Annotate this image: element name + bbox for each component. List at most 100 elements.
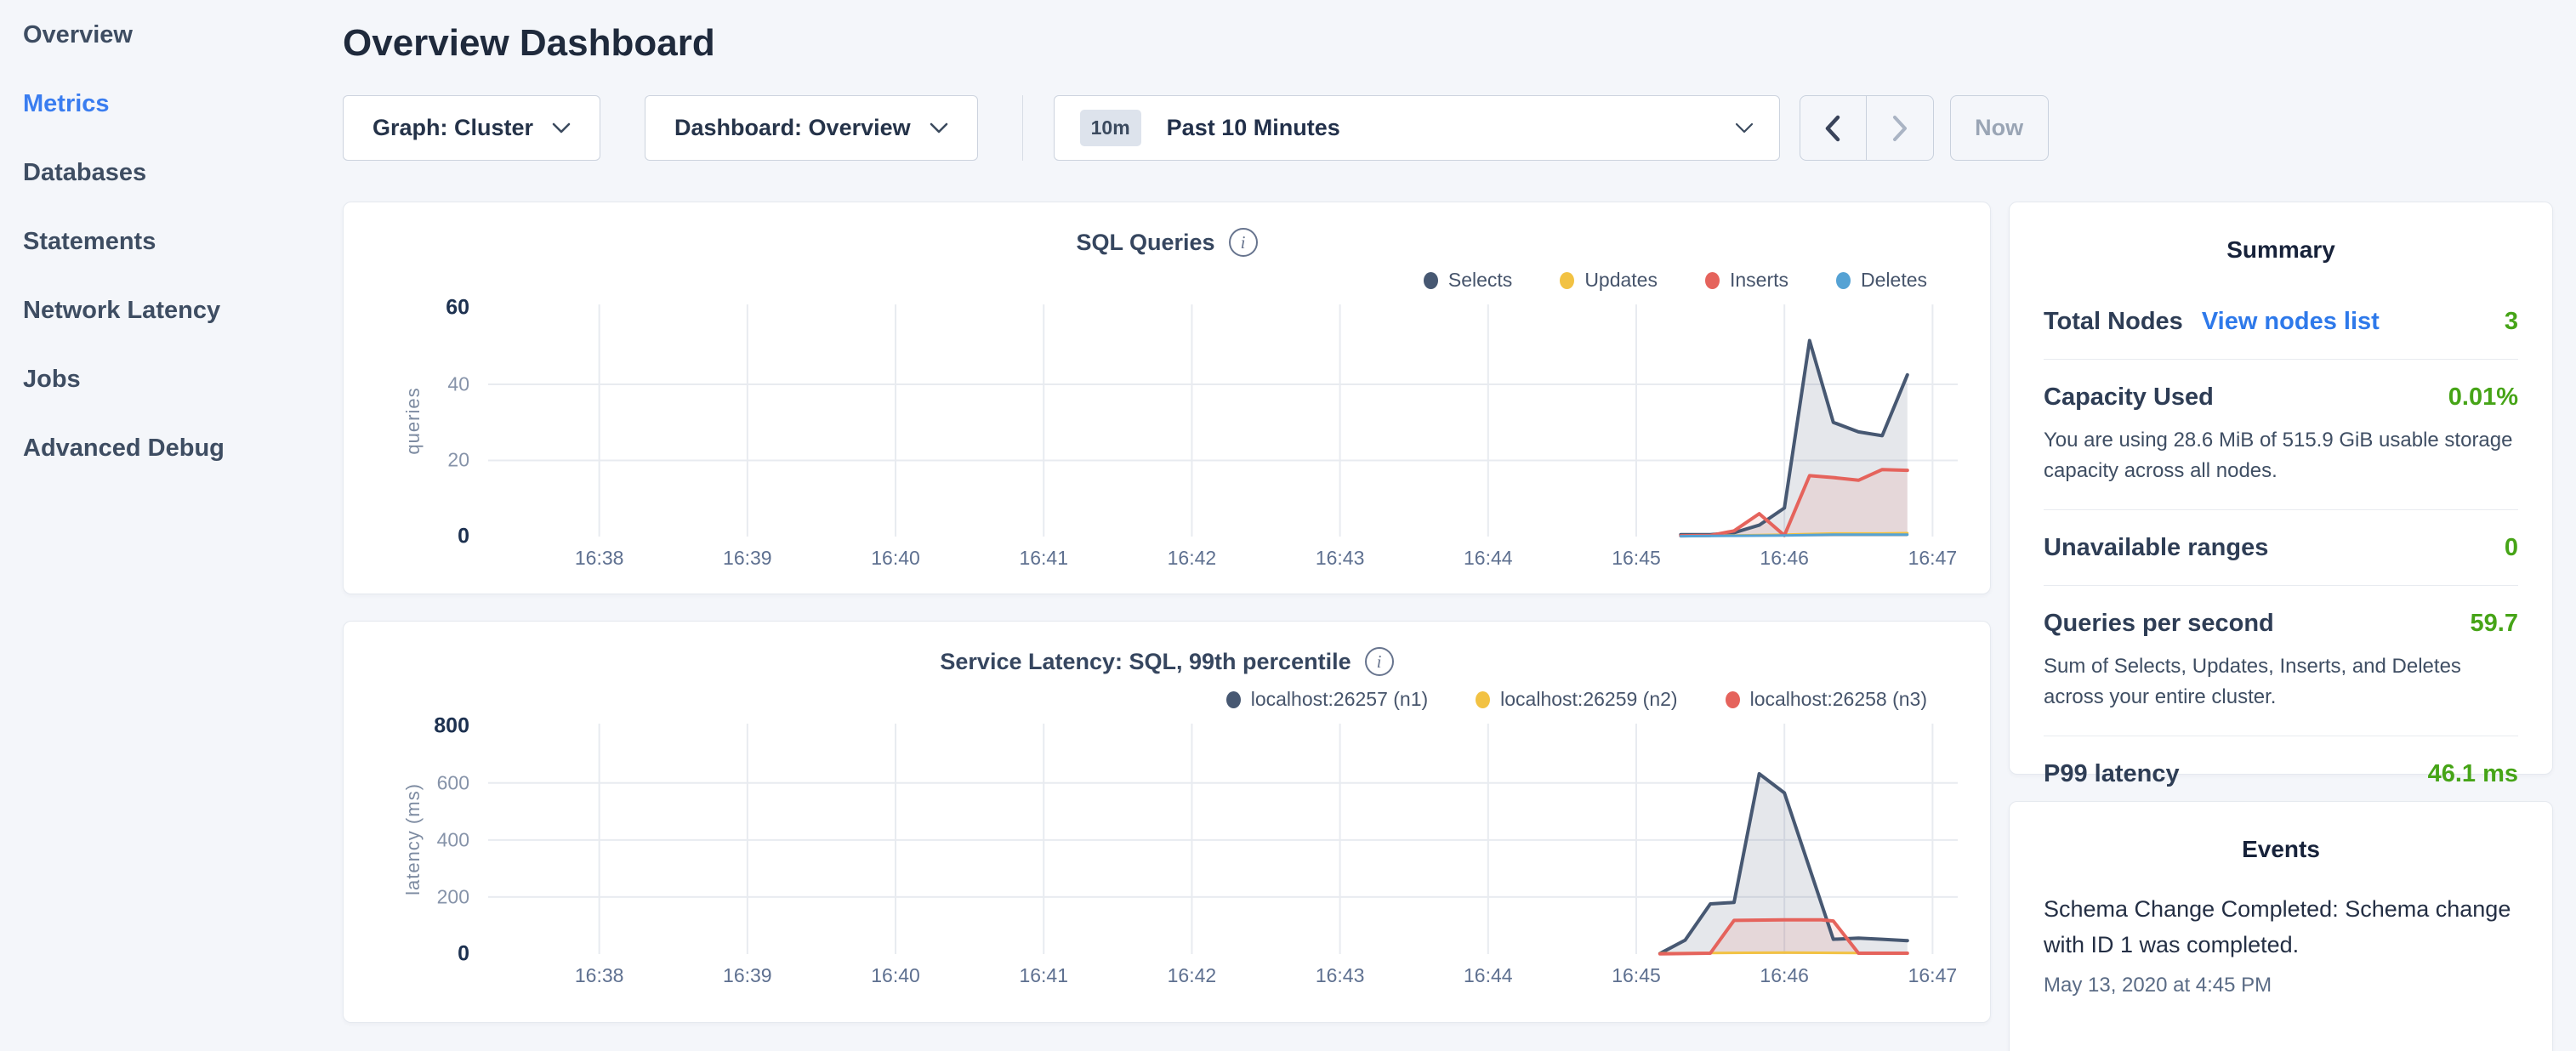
chart-title-row: SQL Queries i [344, 202, 1990, 257]
summary-heading: Summary [2044, 236, 2518, 264]
x-tick-label: 16:46 [1760, 964, 1809, 987]
summary-card: Summary Total NodesView nodes list3Capac… [2009, 202, 2553, 775]
x-tick-label: 16:38 [575, 547, 624, 570]
legend-label: Deletes [1861, 269, 1927, 292]
y-tick-label: 200 [437, 885, 469, 908]
sidebar-item-databases[interactable]: Databases [0, 139, 343, 207]
summary-row: P99 latency 46.1 ms [2044, 736, 2518, 811]
time-range-label: Past 10 Minutes [1167, 115, 1735, 141]
time-forward-button[interactable] [1867, 96, 1933, 160]
info-icon[interactable]: i [1229, 228, 1258, 257]
chevron-left-icon [1824, 115, 1841, 142]
summary-row: Capacity Used0.01% You are using 28.6 MiB… [2044, 360, 2518, 510]
y-axis-label: latency (ms) [402, 783, 424, 895]
graph-dropdown[interactable]: Graph: Cluster [343, 95, 600, 161]
sidebar-item-statements[interactable]: Statements [0, 207, 343, 276]
legend-dot-icon [1476, 691, 1490, 708]
chevron-down-icon [552, 122, 571, 134]
summary-row: Queries per second 59.7 Sum of Selects, Up… [2044, 586, 2518, 736]
x-tick-label: 16:40 [871, 964, 920, 987]
y-axis-label: queries [402, 387, 424, 454]
y-tick-label: 40 [447, 372, 469, 395]
sidebar-nav: OverviewMetricsDatabasesStatementsNetwor… [0, 0, 343, 1051]
chevron-down-icon [1735, 122, 1754, 134]
x-tick-label: 16:42 [1168, 547, 1217, 570]
legend-label: Updates [1584, 269, 1658, 292]
event-text: Schema Change Completed: Schema change w… [2044, 892, 2518, 963]
summary-label-queries-per-second: Queries per second [2044, 610, 2274, 638]
x-tick-label: 16:47 [1908, 547, 1958, 570]
legend-label: Inserts [1730, 269, 1788, 292]
charts-column: SQL Queries i Selects Updates Inserts Delet… [343, 202, 1991, 1051]
y-tick-label: 20 [447, 449, 469, 472]
sidebar-item-jobs[interactable]: Jobs [0, 345, 343, 414]
summary-row-top: Total NodesView nodes list3 [2044, 308, 2518, 336]
legend-item-selects: Selects [1424, 269, 1512, 292]
summary-row-top: Queries per second 59.7 [2044, 610, 2518, 638]
chart-canvas [488, 724, 1958, 954]
legend-item-localhost-26257-n1: localhost:26257 (n1) [1226, 688, 1428, 711]
main-content: Overview Dashboard Graph: Cluster Dashbo… [343, 0, 2576, 1051]
summary-row-top: Capacity Used0.01% [2044, 383, 2518, 412]
x-tick-label: 16:46 [1760, 547, 1809, 570]
toolbar: Graph: Cluster Dashboard: Overview 10m P… [343, 95, 2576, 161]
sidebar-item-network-latency[interactable]: Network Latency [0, 276, 343, 345]
summary-label-p99-latency: P99 latency [2044, 760, 2180, 788]
sidebar-item-overview[interactable]: Overview [0, 1, 343, 70]
info-icon[interactable]: i [1365, 647, 1394, 676]
app-root: OverviewMetricsDatabasesStatementsNetwor… [0, 0, 2576, 1051]
y-tick-label: 600 [437, 771, 469, 794]
dashboard-dropdown[interactable]: Dashboard: Overview [645, 95, 978, 161]
x-tick-label: 16:45 [1612, 964, 1661, 987]
y-tick-label: 400 [437, 828, 469, 851]
x-tick-label: 16:39 [723, 964, 772, 987]
toolbar-divider [1022, 95, 1023, 161]
legend-label: localhost:26258 (n3) [1750, 688, 1927, 711]
time-range-badge: 10m [1080, 110, 1141, 146]
legend-item-updates: Updates [1560, 269, 1658, 292]
summary-description: Sum of Selects, Updates, Inserts, and De… [2044, 651, 2518, 713]
y-tick-label: 0 [458, 525, 469, 549]
chart-canvas [488, 304, 1958, 537]
sidebar-item-advanced-debug[interactable]: Advanced Debug [0, 414, 343, 483]
summary-label-capacity-used: Capacity Used [2044, 383, 2214, 412]
x-tick-label: 16:45 [1612, 547, 1661, 570]
legend-dot-icon [1705, 272, 1720, 289]
page-title: Overview Dashboard [343, 22, 2576, 65]
legend-item-inserts: Inserts [1705, 269, 1788, 292]
service-latency-chart-card: Service Latency: SQL, 99th percentile i … [343, 621, 1991, 1023]
time-range-picker[interactable]: 10m Past 10 Minutes [1054, 95, 1780, 161]
legend-label: localhost:26259 (n2) [1500, 688, 1677, 711]
x-tick-label: 16:40 [871, 547, 920, 570]
events-list: Schema Change Completed: Schema change w… [2044, 892, 2518, 997]
chart-title-row: Service Latency: SQL, 99th percentile i [344, 622, 1990, 676]
legend-item-localhost-26259-n2: localhost:26259 (n2) [1476, 688, 1677, 711]
summary-value: 0 [2505, 534, 2518, 562]
chart-plot[interactable]: queries020406016:3816:3916:4016:4116:421… [488, 304, 1958, 537]
x-tick-label: 16:42 [1168, 964, 1217, 987]
time-step-buttons [1800, 95, 1934, 161]
x-tick-label: 16:43 [1316, 547, 1365, 570]
summary-value: 59.7 [2471, 610, 2518, 638]
chart-plot[interactable]: latency (ms)020040060080016:3816:3916:40… [488, 724, 1958, 954]
chart-title: SQL Queries [1076, 230, 1214, 256]
legend-item-deletes: Deletes [1836, 269, 1927, 292]
legend-label: Selects [1448, 269, 1512, 292]
legend-dot-icon [1560, 272, 1574, 289]
summary-label-unavailable-ranges: Unavailable ranges [2044, 534, 2268, 562]
time-back-button[interactable] [1800, 96, 1868, 160]
legend-label: localhost:26257 (n1) [1251, 688, 1428, 711]
sidebar-item-metrics[interactable]: Metrics [0, 70, 343, 139]
sql-queries-chart-card: SQL Queries i Selects Updates Inserts Delet… [343, 202, 1991, 594]
x-tick-label: 16:41 [1019, 964, 1068, 987]
view-nodes-list-link[interactable]: View nodes list [2202, 308, 2380, 336]
legend-dot-icon [1836, 272, 1851, 289]
now-button[interactable]: Now [1950, 95, 2049, 161]
y-tick-label: 60 [446, 296, 469, 321]
chart-legend: localhost:26257 (n1) localhost:26259 (n2)… [344, 688, 1927, 711]
x-tick-label: 16:44 [1464, 547, 1513, 570]
summary-value: 46.1 ms [2428, 760, 2518, 788]
summary-description: You are using 28.6 MiB of 515.9 GiB usab… [2044, 425, 2518, 486]
summary-label-total-nodes: Total Nodes [2044, 308, 2183, 336]
summary-row: Total NodesView nodes list3 [2044, 284, 2518, 360]
